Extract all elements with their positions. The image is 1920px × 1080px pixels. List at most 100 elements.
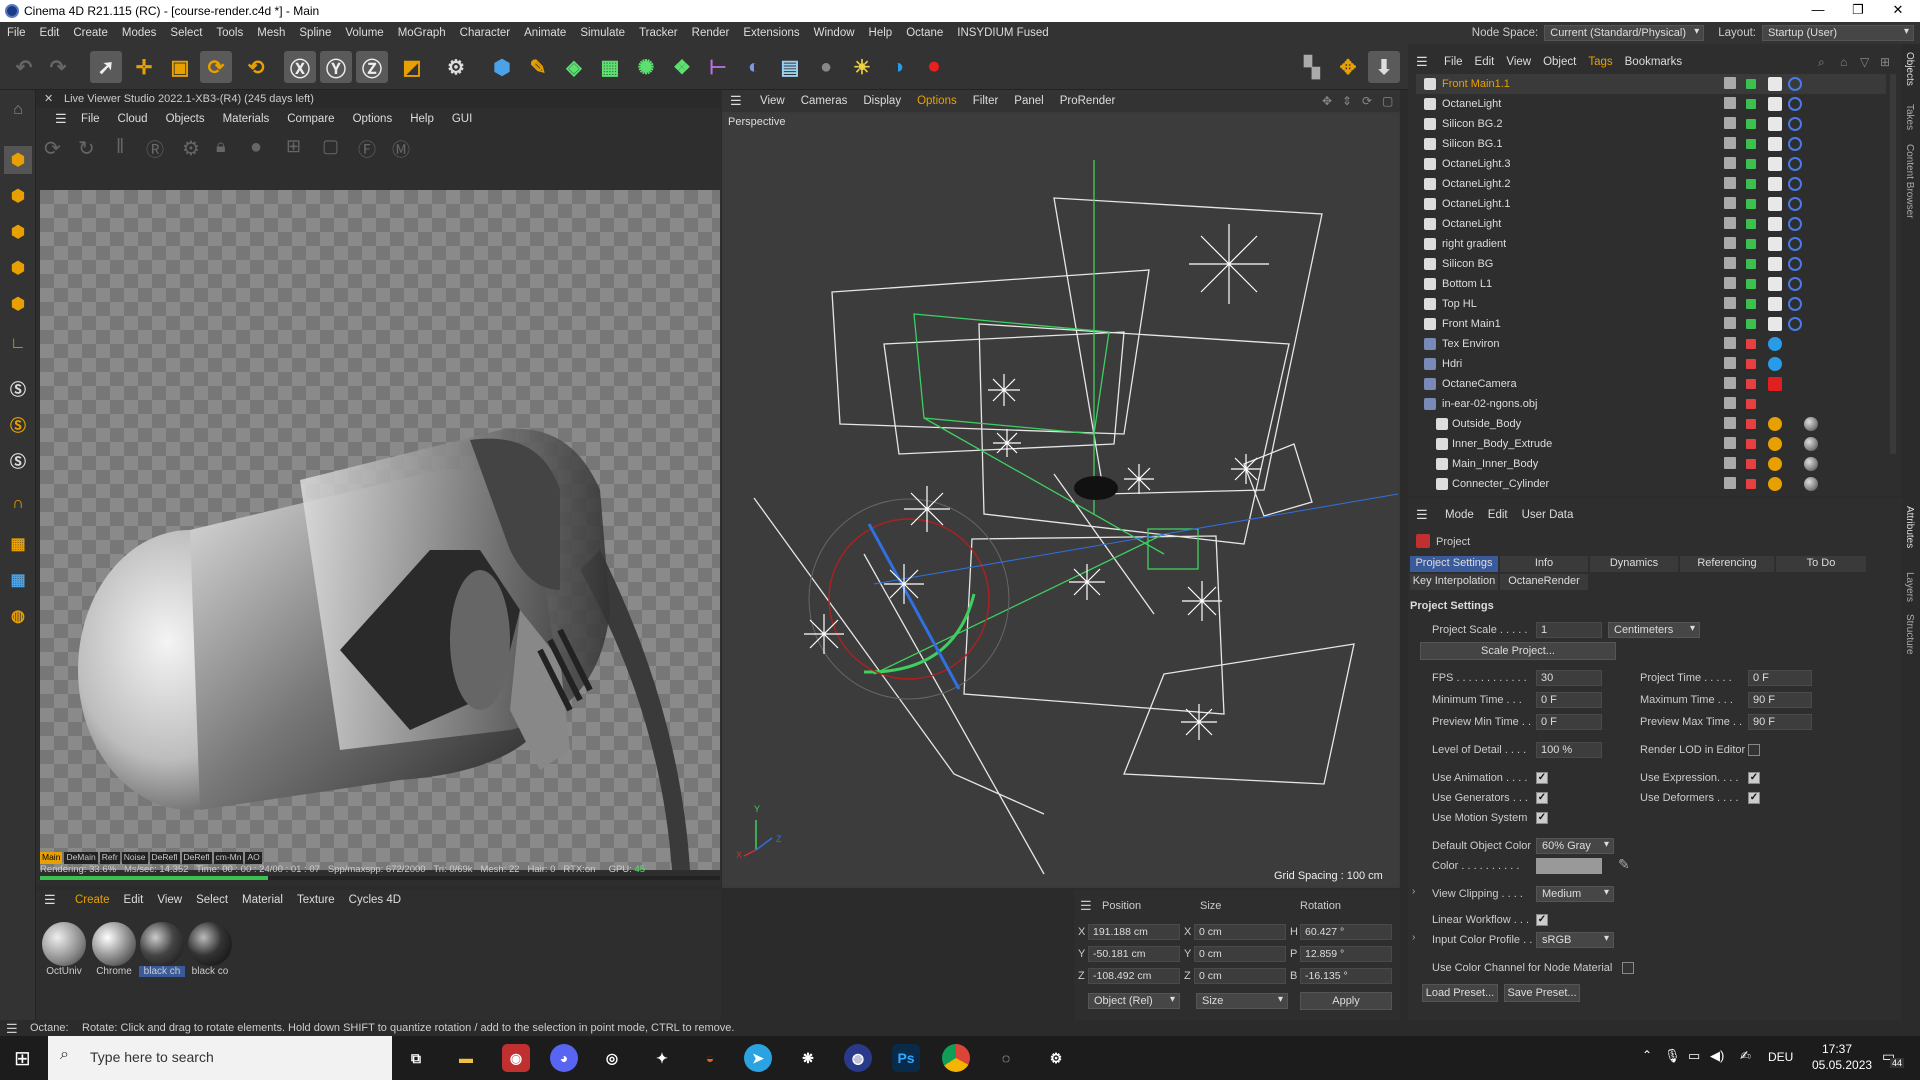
z-axis-icon[interactable]: Ⓩ <box>356 51 388 83</box>
enabled-check-icon[interactable] <box>1746 159 1756 169</box>
close-icon[interactable]: ✕ <box>44 92 53 105</box>
channel-tab[interactable]: Noise <box>121 852 148 864</box>
enabled-check-icon[interactable] <box>1746 259 1756 269</box>
menu-create[interactable]: Create <box>66 27 115 39</box>
redo-icon[interactable]: ↷ <box>42 51 74 83</box>
mat-menu-select[interactable]: Select <box>189 894 235 906</box>
object-row[interactable]: Front Main1.1 <box>1416 74 1886 94</box>
octane-object-tag-icon[interactable] <box>1788 257 1802 271</box>
octane-environment-tag-icon[interactable] <box>1768 357 1782 371</box>
zoom-fit-icon[interactable]: ⊞ <box>286 136 301 157</box>
enabled-check-icon[interactable] <box>1746 119 1756 129</box>
material-swatch[interactable] <box>92 922 136 966</box>
object-name[interactable]: right gradient <box>1442 238 1506 250</box>
object-row[interactable]: Outside_Body <box>1416 414 1886 434</box>
phong-tag-icon[interactable] <box>1768 417 1782 431</box>
texture-mode-icon[interactable]: ⬢ <box>4 182 32 210</box>
visibility-toggle[interactable] <box>1724 117 1736 129</box>
menu-octane[interactable]: Octane <box>899 27 950 39</box>
visibility-toggle[interactable] <box>1724 357 1736 369</box>
octane-object-tag-icon[interactable] <box>1788 297 1802 311</box>
default-object-color-dropdown[interactable]: 60% Gray <box>1536 838 1614 854</box>
hamburger-icon[interactable]: ☰ <box>6 1021 18 1037</box>
menu-character[interactable]: Character <box>453 27 518 39</box>
floor-icon[interactable]: ▤ <box>774 51 806 83</box>
minimum-time-field[interactable]: 0 F <box>1536 692 1602 708</box>
octane-object-tag-icon[interactable] <box>1788 97 1802 111</box>
empty-tag-slot[interactable] <box>1768 397 1782 411</box>
octane-light-tag-icon[interactable] <box>1768 217 1782 231</box>
visibility-toggle[interactable] <box>1724 317 1736 329</box>
octane-object-tag-icon[interactable] <box>1788 157 1802 171</box>
discord-icon[interactable]: ◕ <box>550 1044 578 1072</box>
lv-menu-cloud[interactable]: Cloud <box>109 113 157 125</box>
mat-menu-create[interactable]: Create <box>68 894 117 906</box>
menu-tools[interactable]: Tools <box>209 27 250 39</box>
orbit-icon[interactable]: ⟳ <box>1362 94 1372 108</box>
lv-menu-help[interactable]: Help <box>401 113 443 125</box>
rotate-icon[interactable]: ⟳ <box>200 51 232 83</box>
file-explorer-icon[interactable]: ▬ <box>452 1044 480 1072</box>
cube-icon[interactable]: ⬢ <box>486 51 518 83</box>
mat-menu-edit[interactable]: Edit <box>117 894 151 906</box>
rotation-b-field[interactable]: -16.135 ° <box>1300 968 1392 984</box>
enabled-check-icon[interactable] <box>1746 339 1756 349</box>
tab-referencing[interactable]: Referencing <box>1680 556 1774 572</box>
channel-tab[interactable]: Refr <box>99 852 120 864</box>
blender-icon[interactable]: ◒ <box>696 1044 724 1072</box>
enabled-check-icon[interactable] <box>1746 319 1756 329</box>
obj-menu-object[interactable]: Object <box>1537 56 1582 68</box>
channel-tab[interactable]: DeRefl <box>149 852 180 864</box>
enabled-check-icon[interactable] <box>1746 299 1756 309</box>
maximum-time-field[interactable]: 90 F <box>1748 692 1812 708</box>
view-clipping-dropdown[interactable]: Medium <box>1536 886 1614 902</box>
octane-object-tag-icon[interactable] <box>1788 117 1802 131</box>
position-z-field[interactable]: -108.492 cm <box>1088 968 1180 984</box>
microphone-icon[interactable]: 🎙︎ <box>1664 1048 1681 1064</box>
object-row[interactable]: Connecter_Cylinder <box>1416 474 1886 494</box>
object-row[interactable]: OctaneLight.1 <box>1416 194 1886 214</box>
octane-light-tag-icon[interactable] <box>1768 77 1782 91</box>
visibility-toggle[interactable] <box>1724 157 1736 169</box>
object-row[interactable]: OctaneLight.3 <box>1416 154 1886 174</box>
hamburger-icon[interactable]: ☰ <box>1416 54 1428 70</box>
layout-switch-icon[interactable]: ▚ <box>1296 51 1328 83</box>
menu-mesh[interactable]: Mesh <box>250 27 292 39</box>
restore-icon[interactable]: ❐ <box>1838 2 1878 18</box>
lv-menu-gui[interactable]: GUI <box>443 113 481 125</box>
mat-menu-texture[interactable]: Texture <box>290 894 342 906</box>
object-name[interactable]: Connecter_Cylinder <box>1452 478 1549 490</box>
channel-tab[interactable]: cm-Mn <box>213 852 244 864</box>
send-scene-icon[interactable]: ⟳ <box>44 136 61 161</box>
position-x-field[interactable]: 191.188 cm <box>1088 924 1180 940</box>
object-name[interactable]: Silicon BG <box>1442 258 1493 270</box>
use-deformers-checkbox[interactable]: ✓ <box>1748 792 1760 804</box>
menu-extensions[interactable]: Extensions <box>736 27 806 39</box>
menu-window[interactable]: Window <box>807 27 862 39</box>
object-name[interactable]: Tex Environ <box>1442 338 1499 350</box>
size-x-field[interactable]: 0 cm <box>1194 924 1286 940</box>
scale-project-button[interactable]: Scale Project... <box>1420 642 1616 660</box>
home-icon[interactable]: ⌂ <box>1840 55 1847 69</box>
app-icon[interactable]: ◉ <box>502 1044 530 1072</box>
octane-object-tag-icon[interactable] <box>1788 197 1802 211</box>
obj-menu-view[interactable]: View <box>1500 56 1537 68</box>
object-name[interactable]: Silicon BG.1 <box>1442 138 1503 150</box>
mat-menu-material[interactable]: Material <box>235 894 290 906</box>
edges-mode-icon[interactable]: ⬢ <box>4 254 32 282</box>
octane-light-tag-icon[interactable] <box>1768 277 1782 291</box>
object-row[interactable]: Inner_Body_Extrude <box>1416 434 1886 454</box>
octane-object-tag-icon[interactable] <box>1788 237 1802 251</box>
app-icon[interactable]: ✦ <box>648 1044 676 1072</box>
preview-max-time-field[interactable]: 90 F <box>1748 714 1812 730</box>
recent-tool-icon[interactable]: ⟲ <box>240 51 272 83</box>
subdivision-icon[interactable]: ◈ <box>558 51 590 83</box>
grid-icon[interactable]: ▦ <box>4 566 32 594</box>
object-row[interactable]: in-ear-02-ngons.obj <box>1416 394 1886 414</box>
extrude-icon[interactable]: ▦ <box>594 51 626 83</box>
enabled-check-icon[interactable] <box>1746 439 1756 449</box>
enabled-check-icon[interactable] <box>1746 399 1756 409</box>
windows-start-icon[interactable]: ⊞ <box>14 1046 31 1071</box>
attr-menu-edit[interactable]: Edit <box>1481 509 1515 521</box>
enabled-check-icon[interactable] <box>1746 359 1756 369</box>
